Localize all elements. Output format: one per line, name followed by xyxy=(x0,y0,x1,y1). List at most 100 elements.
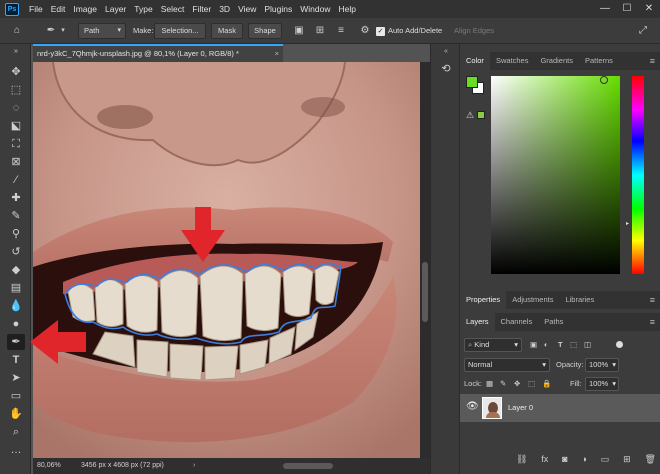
tab-patterns[interactable]: Patterns xyxy=(579,52,619,70)
collapse-toolbar-icon[interactable]: » xyxy=(7,48,25,56)
menu-3d[interactable]: 3D xyxy=(215,0,234,18)
lock-position-icon[interactable]: ✥ xyxy=(514,377,520,391)
gear-icon[interactable]: ⚙ xyxy=(358,24,372,38)
pen-tool-preset-icon[interactable]: ✒ xyxy=(43,24,59,38)
frame-icon[interactable]: ⊠ xyxy=(7,154,25,170)
color-picker-cursor[interactable] xyxy=(600,76,608,84)
scroll-thumb[interactable] xyxy=(422,262,428,322)
tab-swatches[interactable]: Swatches xyxy=(490,52,535,70)
panel-menu-icon[interactable]: ≡ xyxy=(650,291,655,309)
hand-icon[interactable]: ✋ xyxy=(7,406,25,422)
filter-pixel-icon[interactable]: ▣ xyxy=(530,338,537,352)
layer-filter-select[interactable]: ⌕ Kind ▾ xyxy=(464,338,522,352)
hue-slider-handle[interactable]: ▸ xyxy=(626,220,629,227)
zoom-level[interactable]: 80,06% xyxy=(37,458,61,474)
blend-mode-select[interactable]: Normal ▾ xyxy=(464,358,550,372)
mode-select[interactable]: Path ▾ xyxy=(78,23,126,39)
crop-icon[interactable]: ⛶ xyxy=(7,136,25,152)
web-safe-color-swatch[interactable] xyxy=(477,111,485,119)
filter-toggle[interactable] xyxy=(616,341,623,348)
lock-image-icon[interactable]: ✎ xyxy=(500,377,506,391)
filter-adjustment-icon[interactable]: ◐ xyxy=(544,338,549,352)
color-picker-field[interactable] xyxy=(491,76,620,274)
adjustment-layer-icon[interactable]: ◑ xyxy=(581,454,586,468)
chevron-right-icon[interactable]: › xyxy=(193,458,195,474)
new-layer-icon[interactable]: ⊞ xyxy=(623,454,631,468)
lock-artboard-icon[interactable]: ⬚ xyxy=(528,377,535,391)
pen-icon[interactable]: ✒ xyxy=(7,334,25,350)
chevron-down-icon[interactable]: ▾ xyxy=(59,24,67,38)
lock-transparent-icon[interactable]: ▦ xyxy=(486,377,493,391)
path-operations-icon[interactable]: ▣ xyxy=(292,24,306,38)
minimize-button[interactable]: — xyxy=(594,0,616,18)
lasso-icon[interactable]: ◌ xyxy=(7,100,25,116)
align-edges-label[interactable]: Align Edges xyxy=(454,23,494,39)
blur-icon[interactable]: 💧 xyxy=(7,298,25,314)
tab-paths[interactable]: Paths xyxy=(538,313,569,331)
panel-menu-icon[interactable]: ≡ xyxy=(650,52,655,70)
link-layers-icon[interactable]: ⛓ xyxy=(516,454,527,468)
mask-button[interactable]: Mask xyxy=(211,23,243,39)
add-mask-icon[interactable]: ◙ xyxy=(562,454,567,468)
layer-name[interactable]: Layer 0 xyxy=(508,394,533,422)
eye-icon[interactable]: 👁 xyxy=(466,401,479,412)
selection-button[interactable]: Selection... xyxy=(154,23,206,39)
rectangle-icon[interactable]: ▭ xyxy=(7,388,25,404)
trash-icon[interactable]: 🗑 xyxy=(645,454,656,468)
move-icon[interactable]: ✥ xyxy=(7,64,25,80)
filter-shape-icon[interactable]: ⬚ xyxy=(570,338,577,352)
tab-properties[interactable]: Properties xyxy=(460,291,507,309)
marquee-icon[interactable]: ⬚ xyxy=(7,82,25,98)
object-select-icon[interactable]: ⬕ xyxy=(7,118,25,134)
history-panel-icon[interactable]: ⟲ xyxy=(439,62,453,75)
gradient-icon[interactable]: ▤ xyxy=(7,280,25,296)
path-alignment-icon[interactable]: ⊞ xyxy=(313,24,327,38)
panel-menu-icon[interactable]: ≡ xyxy=(650,313,655,331)
menu-file[interactable]: File xyxy=(25,0,47,18)
tab-libraries[interactable]: Libraries xyxy=(559,291,600,309)
path-arrangement-icon[interactable]: ≡ xyxy=(334,24,348,38)
hue-slider[interactable] xyxy=(632,76,644,274)
type-icon[interactable]: T xyxy=(7,352,25,368)
menu-plugins[interactable]: Plugins xyxy=(260,0,296,18)
healing-icon[interactable]: ✚ xyxy=(7,190,25,206)
shape-button[interactable]: Shape xyxy=(248,23,282,39)
document-tab[interactable]: nrd-y3kC_7Qhmjk-unsplash.jpg @ 80,1% (La… xyxy=(33,44,283,62)
eraser-icon[interactable]: ◆ xyxy=(7,262,25,278)
close-icon[interactable]: × xyxy=(275,46,279,62)
menu-help[interactable]: Help xyxy=(334,0,359,18)
tab-gradients[interactable]: Gradients xyxy=(534,52,579,70)
out-of-gamut-warning-icon[interactable]: ⚠ xyxy=(466,110,474,121)
collapse-panels-icon[interactable]: « xyxy=(431,48,461,55)
stamp-icon[interactable]: ⚲ xyxy=(7,226,25,242)
tab-channels[interactable]: Channels xyxy=(495,313,539,331)
menu-image[interactable]: Image xyxy=(69,0,101,18)
menu-window[interactable]: Window xyxy=(296,0,334,18)
history-brush-icon[interactable]: ↺ xyxy=(7,244,25,260)
auto-add-delete-checkbox[interactable]: ✓ xyxy=(376,27,385,36)
home-icon[interactable]: ⌂ xyxy=(10,24,24,38)
menu-type[interactable]: Type xyxy=(130,0,156,18)
tab-adjustments[interactable]: Adjustments xyxy=(506,291,559,309)
tab-layers[interactable]: Layers xyxy=(460,313,495,331)
menu-filter[interactable]: Filter xyxy=(188,0,215,18)
zoom-icon[interactable]: ⌕ xyxy=(7,424,25,440)
brush-icon[interactable]: ✎ xyxy=(7,208,25,224)
opacity-input[interactable]: 100% ▾ xyxy=(585,358,619,372)
vertical-scrollbar[interactable] xyxy=(420,62,430,458)
close-button[interactable]: ✕ xyxy=(638,0,660,18)
menu-view[interactable]: View xyxy=(234,0,260,18)
filter-smart-object-icon[interactable]: ◫ xyxy=(584,338,591,352)
tab-color[interactable]: Color xyxy=(460,52,490,70)
maximize-button[interactable]: ☐ xyxy=(616,0,638,18)
path-select-icon[interactable]: ➤ xyxy=(7,370,25,386)
fx-icon[interactable]: fx xyxy=(541,454,548,468)
more-tools-icon[interactable]: … xyxy=(7,442,25,458)
eyedropper-icon[interactable]: ⁄ xyxy=(7,172,25,188)
lock-all-icon[interactable]: 🔒 xyxy=(542,377,551,391)
menu-layer[interactable]: Layer xyxy=(101,0,130,18)
menu-edit[interactable]: Edit xyxy=(47,0,70,18)
foreground-color-swatch[interactable] xyxy=(466,76,478,88)
document-canvas[interactable] xyxy=(33,62,420,458)
horizontal-scroll-thumb[interactable] xyxy=(283,463,333,469)
